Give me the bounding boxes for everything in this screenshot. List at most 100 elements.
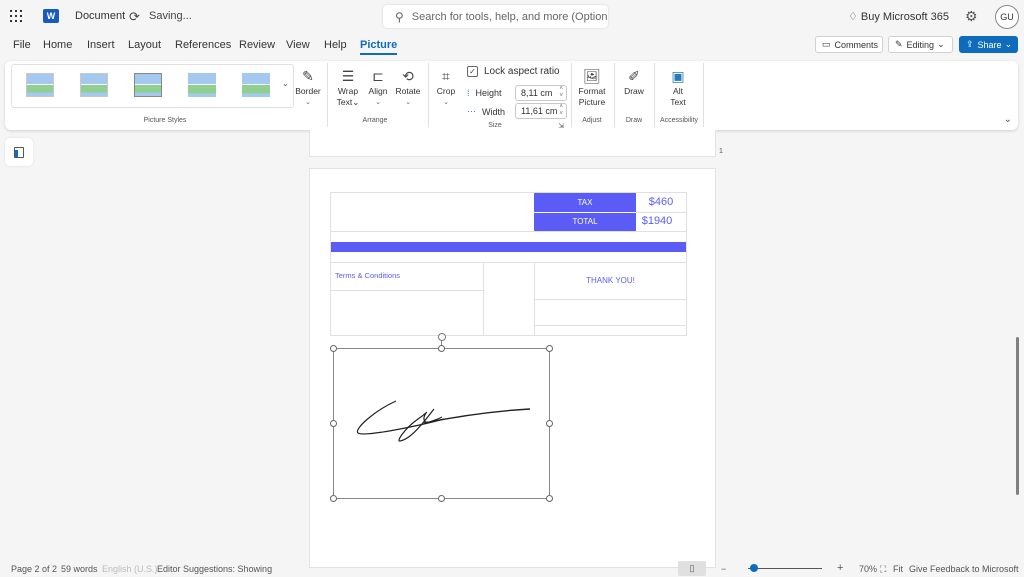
height-icon: ⁞ <box>467 88 470 98</box>
print-layout-button[interactable]: ▯ <box>678 561 706 576</box>
share-label: Share <box>977 39 1002 50</box>
height-label-row: ⁞ Height <box>467 88 502 98</box>
search-input[interactable]: ⚲ Search for tools, help, and more (Opti… <box>383 5 608 28</box>
zoom-in-button[interactable]: + <box>837 562 843 574</box>
width-input[interactable]: 11,61 cm ˄ ˅ <box>515 103 567 119</box>
vertical-scrollbar[interactable] <box>1016 337 1019 495</box>
tab-layout[interactable]: Layout <box>128 39 161 51</box>
word-icon[interactable]: W <box>43 9 59 23</box>
wrap-label: Wrap <box>337 86 359 96</box>
word-count[interactable]: 59 words <box>61 564 98 574</box>
table-border <box>330 192 331 335</box>
rotate-handle-icon[interactable] <box>438 333 446 341</box>
tab-references[interactable]: References <box>175 39 231 51</box>
group-label-size: Size <box>488 122 502 129</box>
resize-handle[interactable] <box>438 495 445 502</box>
wrap-text-button[interactable]: ☰ Wrap Text⌄ <box>335 66 361 108</box>
zoom-slider[interactable] <box>748 568 822 569</box>
height-value: 8,11 cm <box>521 88 553 98</box>
format-label: Format <box>578 86 606 96</box>
navigation-pane-button[interactable] <box>5 138 33 166</box>
tab-home[interactable]: Home <box>43 39 72 51</box>
border-label: Border <box>295 86 321 96</box>
tab-view[interactable]: View <box>286 39 310 51</box>
fit-icon: ⛶ <box>880 564 887 574</box>
sync-icon: ⟳ <box>129 9 140 24</box>
editing-button[interactable]: ✎ Editing ⌄ <box>888 36 953 53</box>
save-status: Saving... <box>149 10 192 22</box>
signature-image[interactable] <box>333 348 550 499</box>
group-label-accessibility: Accessibility <box>659 117 699 124</box>
document-title[interactable]: Document <box>75 10 125 22</box>
resize-handle[interactable] <box>330 420 337 427</box>
navigation-pane-icon <box>14 146 24 158</box>
zoom-slider-thumb[interactable] <box>750 564 758 572</box>
alt-text-button[interactable]: ▣ Alt Text <box>663 66 693 108</box>
lock-aspect-ratio-checkbox[interactable]: ✓ Lock aspect ratio <box>467 66 560 77</box>
resize-handle[interactable] <box>330 495 337 502</box>
width-label-row: ⋯ Width <box>467 106 505 117</box>
language[interactable]: English (U.S.) <box>102 564 158 574</box>
rotate-button[interactable]: ⟲ Rotate ⌄ <box>393 66 423 108</box>
editing-label: Editing <box>906 39 935 50</box>
table-border <box>534 325 687 326</box>
crop-button[interactable]: ⌗ Crop ⌄ <box>433 66 459 108</box>
divider <box>654 63 655 127</box>
ribbon-collapse-icon[interactable]: ⌄ <box>1004 114 1012 125</box>
picture-style-4[interactable] <box>188 73 216 97</box>
divider <box>571 63 572 127</box>
border-button[interactable]: ✎ Border ⌄ <box>294 66 322 108</box>
resize-handle[interactable] <box>546 345 553 352</box>
group-label-draw: Draw <box>625 117 643 124</box>
picture-style-5[interactable] <box>242 73 270 97</box>
spinner-icon[interactable]: ˄ ˅ <box>559 104 563 118</box>
height-input[interactable]: 8,11 cm ˄ ˅ <box>515 85 567 101</box>
zoom-out-button[interactable]: − <box>721 564 726 574</box>
avatar[interactable]: GU <box>995 5 1019 29</box>
give-feedback-link[interactable]: Give Feedback to Microsoft <box>909 564 1019 574</box>
share-button[interactable]: ⇪ Share ⌄ <box>959 36 1018 53</box>
signature-icon <box>356 400 531 442</box>
tab-review[interactable]: Review <box>239 39 275 51</box>
align-button[interactable]: ⊏ Align ⌄ <box>365 66 391 108</box>
rotate-label: Rotate <box>395 86 421 96</box>
gallery-expand-icon[interactable]: ⌄ <box>282 79 289 88</box>
tab-picture[interactable]: Picture <box>360 39 398 55</box>
tab-insert[interactable]: Insert <box>87 39 115 51</box>
zoom-level[interactable]: 70% <box>859 564 877 574</box>
page-icon: ▯ <box>689 563 695 573</box>
group-label-arrange: Arrange <box>362 117 388 124</box>
resize-handle[interactable] <box>330 345 337 352</box>
chevron-down-icon: ⌄ <box>375 99 381 106</box>
divider <box>327 63 328 127</box>
resize-handle[interactable] <box>438 345 445 352</box>
group-label-adjust: Adjust <box>582 117 602 124</box>
picture-style-1[interactable] <box>26 73 54 97</box>
picture-style-3[interactable] <box>134 73 162 97</box>
resize-handle[interactable] <box>546 420 553 427</box>
gear-icon[interactable]: ⚙ <box>965 8 978 25</box>
fit-button[interactable]: Fit <box>893 564 903 574</box>
spinner-icon[interactable]: ˄ ˅ <box>559 86 563 100</box>
divider <box>614 63 615 127</box>
tab-file[interactable]: File <box>13 39 31 51</box>
app-launcher-icon[interactable] <box>10 10 22 22</box>
buy-microsoft-365-button[interactable]: ♢ Buy Microsoft 365 <box>848 10 949 23</box>
draw-button[interactable]: ✐ Draw <box>619 66 649 97</box>
pencil-icon: ✎ <box>895 39 903 49</box>
tab-help[interactable]: Help <box>324 39 347 51</box>
picture-style-2[interactable] <box>80 73 108 97</box>
format-picture-button[interactable]: 🖼 Format Picture <box>575 66 609 108</box>
crop-icon: ⌗ <box>442 68 450 84</box>
comments-button[interactable]: ▭ Comments <box>815 36 883 53</box>
editor-suggestions[interactable]: Editor Suggestions: Showing <box>157 564 272 574</box>
status-bar: Page 2 of 2 59 words English (U.S.) Edit… <box>0 560 1024 577</box>
tax-value: $460 <box>648 196 674 208</box>
chevron-down-icon: ⌄ <box>443 99 449 106</box>
width-icon: ⋯ <box>467 106 476 116</box>
page-count[interactable]: Page 2 of 2 <box>11 564 57 574</box>
resize-handle[interactable] <box>546 495 553 502</box>
size-dialog-launcher-icon[interactable]: ⇲ <box>557 122 565 130</box>
width-value: 11,61 cm <box>521 106 558 116</box>
search-icon: ⚲ <box>395 9 404 24</box>
